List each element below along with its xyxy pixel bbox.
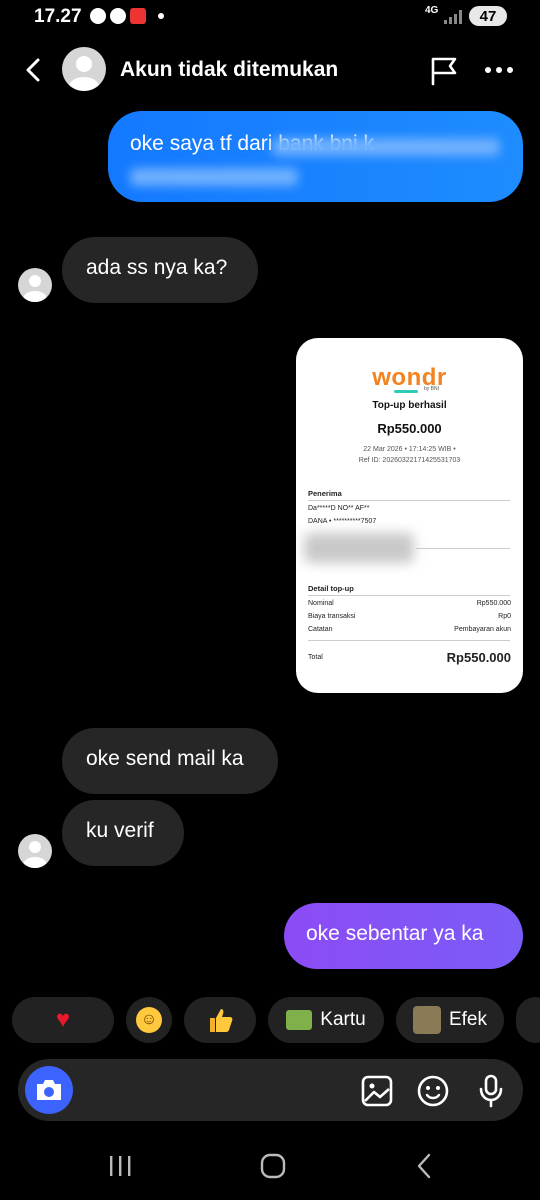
- incoming-message[interactable]: ku verif: [62, 800, 184, 866]
- profile-avatar[interactable]: [62, 47, 106, 91]
- message-text: ada ss nya ka?: [86, 256, 228, 279]
- penerima-name: Da*****D NO** AF**: [308, 505, 370, 512]
- receipt-datetime: 22 Mar 2026 • 17:14:25 WIB •: [363, 446, 456, 453]
- card-icon: [286, 1010, 313, 1030]
- detail-label: Nominal: [308, 600, 334, 607]
- redacted-area: [304, 533, 414, 563]
- home-icon[interactable]: [258, 1148, 288, 1184]
- status-bar: 17.27 4G 47: [0, 0, 540, 36]
- total-value: Rp550.000: [446, 650, 511, 665]
- default-user-icon: [23, 275, 47, 302]
- more-notifications-dot: [158, 13, 164, 19]
- heart-emoji-icon: ♥: [55, 1006, 71, 1033]
- back-nav-icon[interactable]: [412, 1148, 436, 1184]
- detail-label: Catatan: [308, 626, 333, 633]
- sender-avatar[interactable]: [18, 834, 52, 868]
- app-notification-icon: [130, 8, 146, 24]
- quick-reaction-laugh-chip[interactable]: ☺: [126, 997, 172, 1043]
- notification-icons: [90, 8, 164, 24]
- incoming-message[interactable]: ada ss nya ka?: [62, 237, 258, 303]
- total-label: Total: [308, 654, 323, 661]
- divider: [416, 548, 510, 549]
- divider: [308, 500, 510, 501]
- receipt-amount: Rp550.000: [377, 421, 442, 436]
- incoming-message[interactable]: oke send mail ka: [62, 728, 278, 794]
- effect-chip-label: Efek: [448, 1009, 488, 1030]
- outgoing-message[interactable]: oke saya tf dari bank bni k: [108, 111, 523, 202]
- sender-avatar[interactable]: [18, 268, 52, 302]
- camera-icon: [37, 1080, 61, 1100]
- effect-chip[interactable]: Efek: [396, 997, 504, 1043]
- more-options-icon[interactable]: [484, 58, 514, 82]
- sticker-icon[interactable]: [416, 1074, 452, 1108]
- default-user-icon: [69, 56, 99, 91]
- network-type: 4G: [425, 5, 439, 16]
- shared-receipt-image[interactable]: wondr by BNI Top-up berhasil Rp550.000 2…: [296, 338, 523, 693]
- message-text: ku verif: [86, 819, 154, 842]
- divider: [308, 640, 510, 641]
- chat-notification-icon: [90, 8, 106, 24]
- detail-heading: Detail top-up: [308, 584, 354, 593]
- quick-reaction-thumbs-up[interactable]: [184, 997, 256, 1043]
- laughing-emoji-icon: ☺: [136, 1007, 162, 1033]
- battery-indicator: 47: [469, 6, 507, 26]
- outgoing-message[interactable]: oke sebentar ya ka: [284, 903, 523, 969]
- effect-icon: [412, 1006, 441, 1034]
- penerima-heading: Penerima: [308, 489, 342, 498]
- logo-underline: [394, 390, 418, 393]
- signal-icon: [444, 10, 462, 24]
- flag-icon[interactable]: [428, 56, 460, 86]
- redacted-text: [130, 168, 298, 186]
- status-time: 17.27: [34, 6, 82, 27]
- receipt-status: Top-up berhasil: [372, 400, 447, 411]
- back-arrow-icon[interactable]: [20, 56, 48, 84]
- detail-label: Biaya transaksi: [308, 613, 356, 620]
- logo-subtitle: by BNI: [424, 386, 440, 392]
- default-user-icon: [23, 841, 47, 868]
- more-chip[interactable]: [516, 997, 540, 1043]
- redacted-text: [272, 138, 500, 156]
- wondr-logo: wondr: [372, 364, 447, 391]
- detail-value: Rp0: [498, 613, 511, 620]
- gallery-icon[interactable]: [360, 1074, 394, 1108]
- card-chip[interactable]: Kartu: [268, 997, 384, 1043]
- receipt-ref-id: Ref ID: 20260322171425531703: [358, 457, 461, 464]
- thumbs-up-emoji-icon: [210, 1009, 233, 1032]
- detail-value: Rp550.000: [476, 600, 511, 607]
- microphone-icon[interactable]: [476, 1074, 506, 1108]
- whatsapp-icon: [110, 8, 126, 24]
- message-text: oke sebentar ya ka: [306, 922, 484, 945]
- penerima-account: DANA • **********7507: [308, 518, 377, 525]
- quick-reaction-heart[interactable]: ♥: [12, 997, 114, 1043]
- divider: [308, 595, 510, 596]
- recent-apps-icon[interactable]: [108, 1148, 134, 1184]
- camera-button[interactable]: [25, 1066, 73, 1114]
- chat-title[interactable]: Akun tidak ditemukan: [120, 58, 338, 82]
- message-text: oke send mail ka: [86, 747, 244, 770]
- card-chip-label: Kartu: [320, 1009, 366, 1030]
- battery-level: 47: [479, 7, 497, 25]
- detail-value: Pembayaran akun: [454, 626, 511, 633]
